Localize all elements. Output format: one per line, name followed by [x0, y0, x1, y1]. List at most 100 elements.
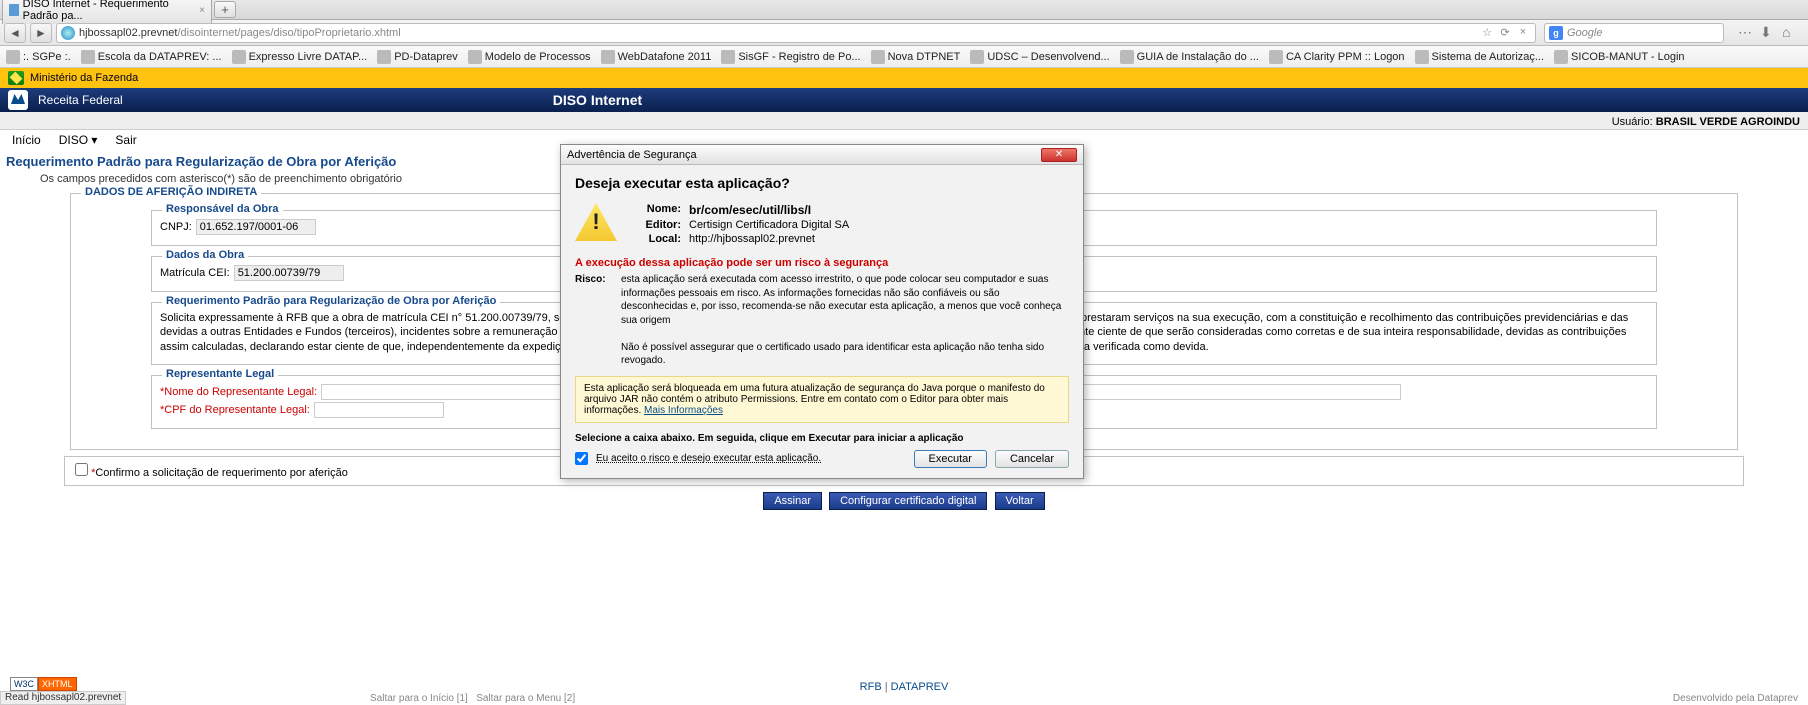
bookmark-icon: [1554, 50, 1568, 64]
more-icon[interactable]: ⋯: [1738, 24, 1754, 41]
nome-value: br/com/esec/util/libs/I: [689, 203, 811, 217]
dialog-title: Advertência de Segurança: [567, 149, 697, 161]
stop-icon[interactable]: ×: [1515, 26, 1531, 39]
org-name: Receita Federal: [38, 93, 123, 107]
url-text: hjbossapl02.prevnet/disointernet/pages/d…: [79, 27, 401, 39]
assinar-button[interactable]: Assinar: [763, 492, 822, 510]
dialog-question: Deseja executar esta aplicação?: [575, 175, 1069, 191]
reload-icon[interactable]: ⟳: [1497, 26, 1513, 39]
config-cert-button[interactable]: Configurar certificado digital: [829, 492, 987, 510]
site-identity-icon[interactable]: [61, 26, 75, 40]
local-key: Local:: [631, 233, 681, 245]
bookmark-item[interactable]: CA Clarity PPM :: Logon: [1269, 50, 1405, 64]
bookmark-icon: [601, 50, 615, 64]
cpf-rep-label: *CPF do Representante Legal:: [160, 404, 310, 416]
bookmark-icon: [6, 50, 20, 64]
bookmark-icon: [81, 50, 95, 64]
bookmark-item[interactable]: Sistema de Autorizaç...: [1415, 50, 1545, 64]
receita-federal-logo: [8, 90, 28, 110]
matricula-input: [234, 265, 344, 281]
back-button[interactable]: ◄: [4, 23, 26, 43]
footer-rfb-link[interactable]: RFB: [860, 681, 882, 693]
bookmark-icon: [468, 50, 482, 64]
accept-risk-label[interactable]: Eu aceito o risco e desejo executar esta…: [596, 453, 821, 464]
cnpj-label: CNPJ:: [160, 221, 192, 233]
executar-button[interactable]: Executar: [914, 450, 987, 468]
menu-diso[interactable]: DISO ▾: [59, 133, 98, 147]
nav-toolbar: ◄ ► hjbossapl02.prevnet/disointernet/pag…: [0, 20, 1808, 46]
rss-icon[interactable]: ☆: [1479, 26, 1495, 39]
brazil-flag-icon: [8, 71, 24, 85]
bookmark-item[interactable]: SICOB-MANUT - Login: [1554, 50, 1685, 64]
bookmark-icon: [871, 50, 885, 64]
bookmark-icon: [970, 50, 984, 64]
bookmark-icon: [232, 50, 246, 64]
java-warning-box: Esta aplicação será bloqueada em uma fut…: [575, 376, 1069, 423]
nome-rep-label: *Nome do Representante Legal:: [160, 386, 317, 398]
gov-banner: Ministério da Fazenda: [0, 68, 1808, 88]
menu-inicio[interactable]: Início: [12, 133, 41, 147]
bookmark-item[interactable]: UDSC – Desenvolvend...: [970, 50, 1109, 64]
download-icon[interactable]: ⬇: [1760, 24, 1776, 41]
developed-by: Desenvolvido pela Dataprev: [1673, 693, 1798, 704]
skip-inicio[interactable]: Saltar para o Início [1]: [370, 693, 468, 704]
cpf-rep-input[interactable]: [314, 402, 444, 418]
dialog-titlebar[interactable]: Advertência de Segurança ✕: [561, 145, 1083, 165]
app-title: DISO Internet: [553, 92, 642, 108]
legend-responsavel: Responsável da Obra: [162, 203, 283, 215]
status-bar: Read hjbossapl02.prevnet: [0, 691, 126, 705]
confirm-label[interactable]: *Confirmo a solicitação de requerimento …: [75, 467, 348, 479]
legend-req-padrao: Requerimento Padrão para Regularização d…: [162, 295, 500, 307]
google-icon: g: [1549, 26, 1563, 40]
legend-dados-obra: Dados da Obra: [162, 249, 248, 261]
bookmark-item[interactable]: GUIA de Instalação do ...: [1120, 50, 1259, 64]
header-image-strip: [0, 112, 1808, 130]
legend-dados-afericao: DADOS DE AFERIÇÃO INDIRETA: [81, 186, 261, 198]
skip-links: Saltar para o Início [1] Saltar para o M…: [370, 693, 575, 704]
bookmark-icon: [721, 50, 735, 64]
menu-sair[interactable]: Sair: [115, 133, 136, 147]
w3c-badge: W3CXHTML: [10, 677, 77, 691]
app-header: Receita Federal DISO Internet: [0, 88, 1808, 112]
tab-title: DISO Internet - Requerimento Padrão pa..…: [23, 0, 191, 22]
tab-close-icon[interactable]: ×: [199, 5, 205, 16]
accept-risk-checkbox[interactable]: [575, 452, 588, 465]
skip-menu[interactable]: Saltar para o Menu [2]: [476, 693, 575, 704]
tab-favicon: [9, 4, 19, 16]
bookmark-icon: [1269, 50, 1283, 64]
local-value: http://hjbossapl02.prevnet: [689, 233, 815, 245]
bookmarks-bar: :. SGPe :. Escola da DATAPREV: ... Expre…: [0, 46, 1808, 68]
legend-representante: Representante Legal: [162, 368, 278, 380]
confirm-checkbox[interactable]: [75, 463, 88, 476]
logged-user: Usuário: BRASIL VERDE AGROINDU: [1612, 116, 1800, 128]
matricula-label: Matrícula CEI:: [160, 267, 230, 279]
dialog-instruction: Selecione a caixa abaixo. Em seguida, cl…: [575, 433, 1069, 444]
dialog-close-button[interactable]: ✕: [1041, 148, 1077, 162]
home-icon[interactable]: ⌂: [1782, 24, 1798, 41]
bookmark-item[interactable]: Expresso Livre DATAP...: [232, 50, 368, 64]
footer: RFB | DATAPREV: [0, 681, 1808, 693]
nome-key: Nome:: [631, 203, 681, 217]
risco-text: esta aplicação será executada com acesso…: [621, 273, 1069, 368]
security-warning-dialog: Advertência de Segurança ✕ Deseja execut…: [560, 144, 1084, 479]
search-placeholder: Google: [1567, 27, 1602, 39]
search-box[interactable]: g Google: [1544, 23, 1724, 43]
new-tab-button[interactable]: +: [214, 1, 236, 18]
risk-heading: A execução dessa aplicação pode ser um r…: [575, 257, 1069, 269]
browser-tab[interactable]: DISO Internet - Requerimento Padrão pa..…: [2, 0, 212, 24]
voltar-button[interactable]: Voltar: [995, 492, 1045, 510]
bookmark-item[interactable]: SisGF - Registro de Po...: [721, 50, 860, 64]
url-bar[interactable]: hjbossapl02.prevnet/disointernet/pages/d…: [56, 23, 1536, 43]
warning-icon: [575, 203, 617, 241]
browser-tab-strip: DISO Internet - Requerimento Padrão pa..…: [0, 0, 1808, 20]
bookmark-item[interactable]: Escola da DATAPREV: ...: [81, 50, 222, 64]
bookmark-item[interactable]: WebDatafone 2011: [601, 50, 712, 64]
bookmark-item[interactable]: :. SGPe :.: [6, 50, 71, 64]
more-info-link[interactable]: Mais Informações: [644, 405, 723, 416]
forward-button[interactable]: ►: [30, 23, 52, 43]
cancelar-button[interactable]: Cancelar: [995, 450, 1069, 468]
bookmark-item[interactable]: PD-Dataprev: [377, 50, 458, 64]
footer-dataprev-link[interactable]: DATAPREV: [891, 681, 949, 693]
bookmark-item[interactable]: Modelo de Processos: [468, 50, 591, 64]
bookmark-item[interactable]: Nova DTPNET: [871, 50, 961, 64]
